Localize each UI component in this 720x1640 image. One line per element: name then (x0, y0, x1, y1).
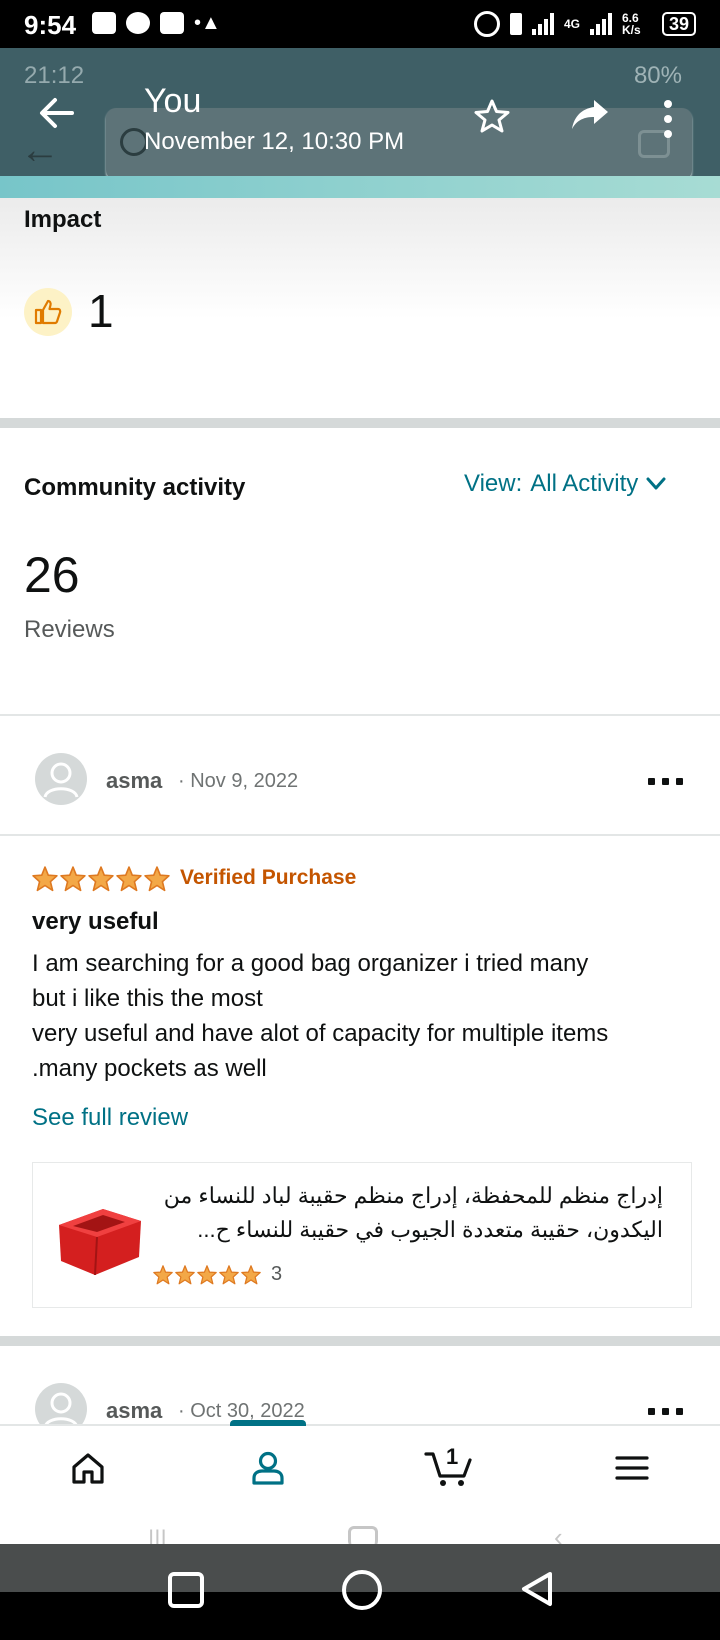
impact-section: Impact 1 (0, 198, 720, 418)
share-icon[interactable] (570, 98, 610, 137)
star-icon (153, 1264, 173, 1284)
product-rating-count: 3 (271, 1263, 283, 1285)
chevron-down-icon (646, 477, 666, 490)
review-body-line: .many pockets as well (32, 1055, 267, 1082)
battery-indicator: 39 (661, 12, 696, 36)
star-icon (219, 1264, 239, 1284)
star-icon (60, 866, 86, 892)
home-icon[interactable] (68, 1448, 108, 1488)
product-card[interactable]: إدراج منظم للمحفظة، إدراج منظم حقيبة لبا… (32, 1162, 692, 1308)
underlying-gesture-bar: ||| ‹ (0, 1510, 720, 1553)
underlying-banner-strip (0, 176, 720, 198)
viewer-date: November 12, 10:30 PM (144, 128, 405, 155)
community-activity-title: Community activity (24, 474, 246, 501)
thumbs-up-icon (24, 288, 72, 336)
back-button-icon[interactable] (520, 1570, 554, 1608)
view-filter-dropdown[interactable]: View: All Activity (464, 470, 666, 498)
app-notification-icon (160, 12, 184, 34)
more-vert-icon[interactable] (662, 100, 674, 145)
active-tab-indicator (230, 1420, 306, 1426)
notification-icons: •▲ (92, 12, 221, 34)
view-filter-prefix: View: (464, 470, 523, 497)
status-bar: 9:54 •▲ 4G 6.6 K/s 39 (0, 0, 720, 48)
avatar[interactable] (35, 753, 87, 805)
back-arrow-icon[interactable] (38, 96, 74, 136)
star-icon (175, 1264, 195, 1284)
star-icon (241, 1264, 261, 1284)
review-author[interactable]: asma (106, 1398, 162, 1424)
product-title-line: اليكدون، حقيبة متعددة الجيوب في حقيبة لل… (197, 1217, 663, 1242)
viewer-header: 21:12 80% ← You November 12, 10:30 PM (0, 48, 720, 180)
messenger-icon (126, 12, 150, 34)
reviews-label: Reviews (24, 616, 115, 643)
review-body-line: I am searching for a good bag organizer … (32, 950, 589, 977)
signal-icon (531, 13, 554, 35)
review-more-icon[interactable] (648, 778, 683, 785)
review-body: I am searching for a good bag organizer … (32, 946, 702, 1086)
menu-icon[interactable] (612, 1448, 652, 1488)
notification-icon (92, 12, 116, 34)
review-body-line: very useful and have alot of capacity fo… (32, 1020, 609, 1047)
divider (0, 834, 720, 836)
review-author[interactable]: asma (106, 768, 162, 794)
section-divider (0, 418, 720, 428)
product-title: إدراج منظم للمحفظة، إدراج منظم حقيبة لبا… (153, 1179, 663, 1247)
vibrate-icon (509, 13, 522, 35)
status-right: 4G 6.6 K/s 39 (473, 11, 696, 37)
star-icon[interactable] (474, 98, 510, 139)
reviews-count: 26 (24, 547, 80, 603)
recents-button-icon[interactable] (168, 1572, 204, 1608)
impact-label: Impact (24, 206, 102, 233)
cart-count: 1 (446, 1444, 459, 1469)
review-body-line: but i like this the most (32, 985, 263, 1012)
review-title: very useful (32, 908, 159, 935)
star-icon (197, 1264, 217, 1284)
underlying-battery: 80% (633, 62, 682, 89)
view-filter-value: All Activity (530, 470, 639, 497)
bottom-nav: 1 (0, 1420, 720, 1512)
product-star-rating (153, 1264, 261, 1285)
system-navigation-bar (0, 1544, 720, 1640)
underlying-status-time: 21:12 (24, 62, 85, 89)
star-rating (32, 866, 170, 892)
helpful-count: 1 (88, 285, 114, 337)
verified-purchase-badge: Verified Purchase (180, 866, 357, 889)
dot-icon: •▲ (194, 12, 221, 34)
see-full-review-link[interactable]: See full review (32, 1104, 188, 1132)
alarm-icon (473, 11, 500, 37)
review-date: · Nov 9, 2022 (178, 770, 299, 792)
status-time: 9:54 (24, 10, 77, 40)
product-thumbnail (59, 1209, 141, 1276)
signal-icon-2 (589, 13, 612, 35)
star-icon (32, 866, 58, 892)
section-divider (0, 1336, 720, 1346)
cart-icon[interactable]: 1 (424, 1444, 476, 1488)
star-icon (116, 866, 142, 892)
network-speed: 6.6 K/s (621, 11, 641, 37)
product-rating: 3 (153, 1263, 282, 1286)
account-icon[interactable] (248, 1448, 288, 1488)
viewer-title: You (144, 82, 202, 120)
product-title-line: إدراج منظم للمحفظة، إدراج منظم حقيبة لبا… (163, 1183, 663, 1208)
home-button-icon[interactable] (342, 1570, 382, 1610)
divider (0, 714, 720, 716)
star-icon (88, 866, 114, 892)
review-more-icon[interactable] (648, 1408, 683, 1415)
network-type: 4G (563, 17, 580, 31)
star-icon (144, 866, 170, 892)
